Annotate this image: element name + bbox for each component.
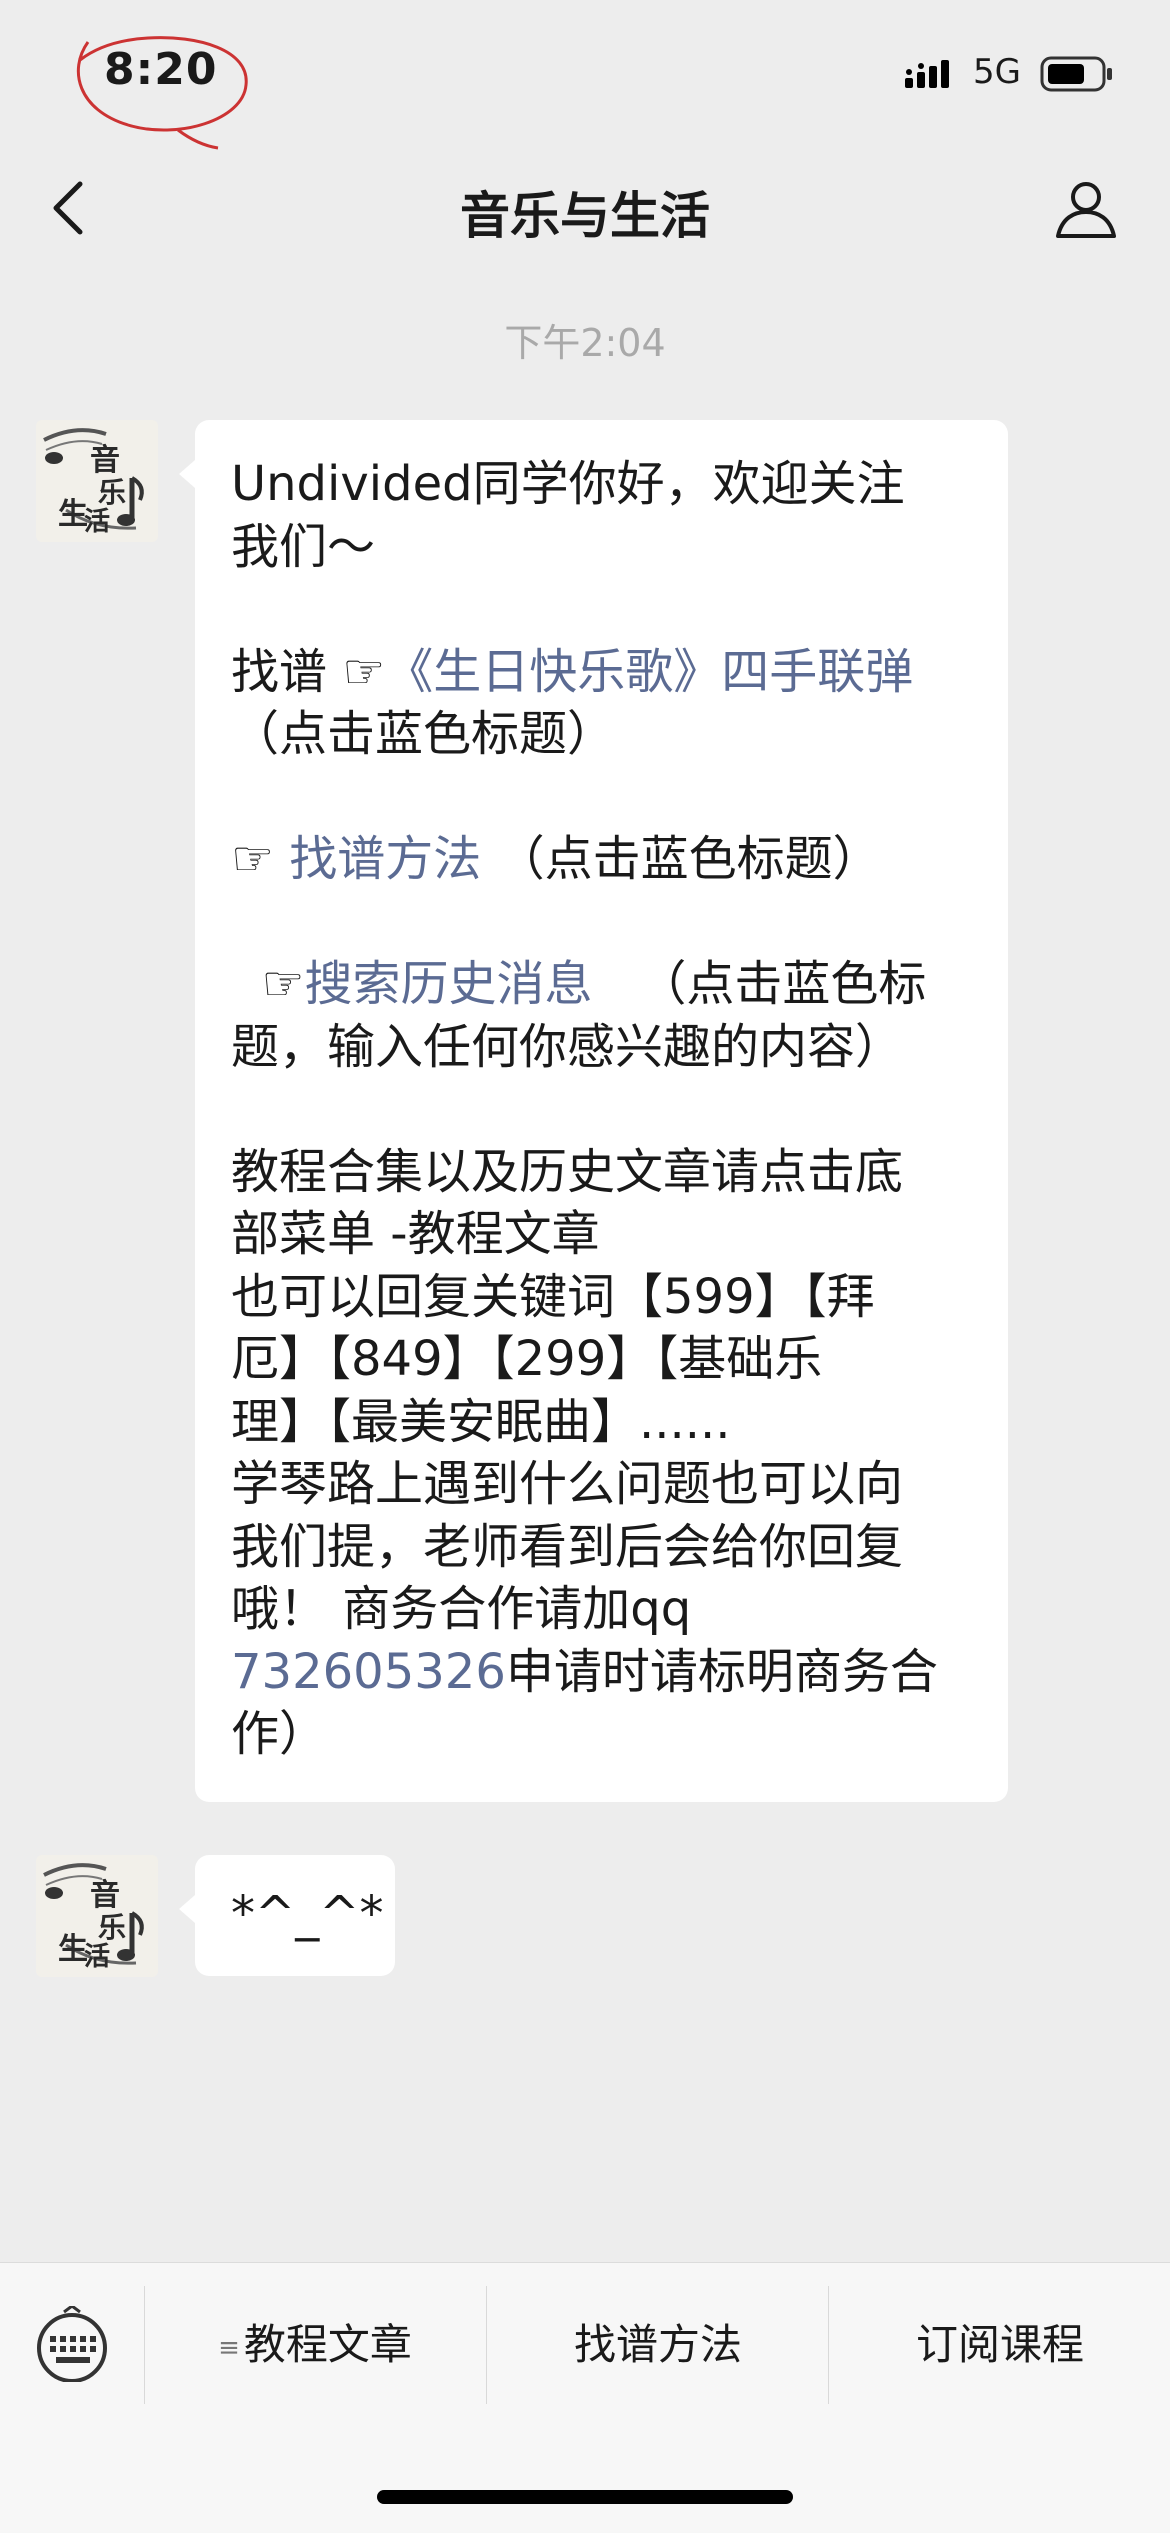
search-history-link[interactable]: 搜索历史消息 — [305, 956, 593, 1012]
music-logo-icon: 音 乐 生 活 — [43, 1863, 144, 1972]
hint-text: （点击蓝色标 — [592, 956, 927, 1012]
official-account-avatar[interactable]: 音 乐 生 活 — [36, 420, 158, 542]
message-line: 我们提，老师看到后会给你回复 — [231, 1518, 904, 1575]
message-line: 理】【最美安眠曲】...... — [231, 1393, 731, 1450]
message-line: 哦！ 商务合作请加qq — [231, 1581, 692, 1637]
message-line: 作） — [231, 1706, 328, 1762]
message-line: 厄】【849】【299】【基础乐 — [231, 1331, 823, 1387]
find-score-method-link[interactable]: 找谱方法 — [289, 831, 481, 887]
profile-icon[interactable] — [1054, 176, 1118, 240]
hint-text: （点击蓝色标题） — [481, 831, 881, 887]
message-line: 教程合集以及历史文章请点击底 — [231, 1143, 904, 1200]
home-indicator[interactable] — [377, 2490, 793, 2504]
menu-label: 教程文章 — [243, 2320, 412, 2369]
menu-divider — [828, 2286, 829, 2404]
music-logo-icon: 音 乐 生 活 — [43, 428, 144, 537]
message-line: 也可以回复关键词【599】【拜 — [231, 1268, 875, 1325]
page-title: 音乐与生活 — [460, 187, 710, 245]
svg-text:活: 活 — [84, 1942, 110, 1972]
message-line: 部菜单 -教程文章 — [231, 1206, 600, 1262]
message-line: 题，输入任何你感兴趣的内容） — [231, 1018, 904, 1075]
svg-text:乐: 乐 — [98, 1911, 126, 1944]
message-bubble: Undivided同学你好，欢迎关注 我们～ 找谱 ☞《生日快乐歌》四手联弹 （… — [179, 420, 1008, 1802]
menu-subscribe-course[interactable]: 订阅课程 — [830, 2310, 1170, 2380]
menu-label: 找谱方法 — [573, 2320, 742, 2369]
submenu-indicator-icon: ≡ — [218, 2332, 240, 2363]
message-line: *^_^* — [231, 1886, 384, 1942]
chat-timestamp: 下午2:04 — [504, 321, 666, 365]
svg-text:音: 音 — [90, 1878, 120, 1913]
battery-icon — [1040, 56, 1112, 92]
status-time: 8:20 — [104, 44, 218, 95]
pointing-hand-text: ☞ — [231, 831, 290, 887]
message-line: Undivided同学你好，欢迎关注 — [231, 456, 905, 512]
menu-divider — [486, 2286, 487, 2404]
keyboard-toggle-icon[interactable] — [34, 2306, 110, 2382]
pointing-hand-text: ☞ — [231, 956, 305, 1012]
message-bubble: *^_^* — [179, 1855, 395, 1976]
message-line: 732605326申请时请标明商务合 — [231, 1641, 972, 1704]
message-line: 我们～ — [231, 518, 376, 575]
message-line: 找谱 ☞《生日快乐歌》四手联弹 — [231, 641, 972, 704]
network-label: 5G — [973, 52, 1021, 92]
official-account-avatar[interactable]: 音 乐 生 活 — [36, 1855, 158, 1977]
message-text: 申请时请标明商务合 — [505, 1643, 938, 1700]
pointing-hand-text: 找谱 ☞ — [231, 643, 386, 700]
message-line: ☞ 找谱方法 （点击蓝色标题） — [231, 828, 972, 891]
message-line: 学琴路上遇到什么问题也可以向 — [231, 1456, 904, 1512]
menu-label: 订阅课程 — [915, 2320, 1084, 2369]
menu-find-score-method[interactable]: 找谱方法 — [488, 2310, 828, 2380]
message-line: ☞搜索历史消息 （点击蓝色标 — [231, 953, 972, 1016]
svg-text:乐: 乐 — [98, 476, 126, 509]
birthday-song-link[interactable]: 《生日快乐歌》四手联弹 — [385, 644, 913, 700]
svg-text:活: 活 — [84, 507, 110, 537]
signal-icon — [905, 60, 949, 88]
qq-number-link[interactable]: 732605326 — [231, 1644, 506, 1700]
svg-text:音: 音 — [90, 443, 120, 478]
message-line: （点击蓝色标题） — [231, 706, 616, 762]
menu-tutorial-articles[interactable]: ≡教程文章 — [145, 2310, 485, 2380]
